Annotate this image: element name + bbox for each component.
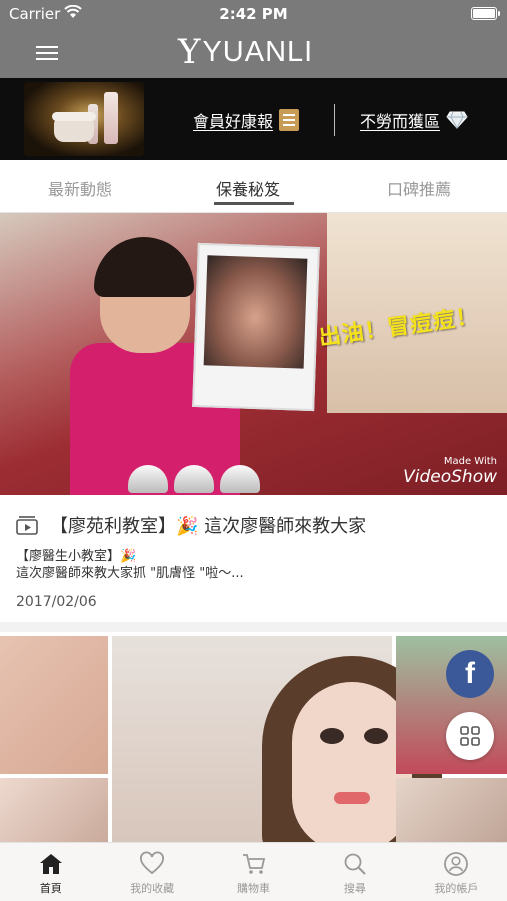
facebook-icon: f — [465, 657, 475, 690]
active-tab-indicator — [214, 202, 294, 205]
post-date: 2017/02/06 — [16, 594, 97, 610]
cart-icon — [242, 854, 265, 874]
video-icon — [16, 516, 38, 535]
facebook-button[interactable]: f — [446, 650, 494, 698]
gallery-image[interactable] — [0, 636, 108, 774]
poster-image — [192, 242, 320, 412]
post-excerpt-line1: 【廖醫生小教室】🎉 — [16, 549, 137, 564]
tabbar-account[interactable]: 我的帳戶 — [406, 843, 507, 901]
brand-logo[interactable]: Y YUANLI — [178, 32, 314, 72]
battery-icon — [471, 7, 500, 20]
tabbar-favorites-label: 我的收藏 — [130, 882, 175, 895]
tabbar-home[interactable]: 首頁 — [0, 843, 101, 901]
grid-menu-button[interactable] — [446, 712, 494, 760]
tabbar-favorites[interactable]: 我的收藏 — [101, 843, 202, 901]
post-excerpt: 【廖醫生小教室】🎉 這次廖醫師來教大家抓 "肌膚怪 "啦～... — [16, 548, 486, 582]
tabbar-cart[interactable]: 購物車 — [203, 843, 304, 901]
account-icon — [444, 852, 469, 876]
tab-skincare-tips[interactable]: 保養秘笈 — [216, 176, 280, 200]
banner-divider — [334, 104, 335, 136]
gallery-image[interactable] — [396, 778, 507, 842]
rewards-link[interactable]: 不勞而獲區 — [360, 108, 468, 132]
logo-mark-icon: Y — [178, 32, 201, 72]
tabbar-home-label: 首頁 — [39, 882, 62, 895]
post-excerpt-line2: 這次廖醫師來教大家抓 "肌膚怪 "啦～... — [16, 566, 244, 581]
menu-button[interactable] — [36, 42, 58, 62]
tabbar-account-label: 我的帳戶 — [434, 882, 479, 895]
search-icon — [344, 853, 366, 875]
home-icon — [39, 854, 62, 874]
heart-icon — [140, 851, 165, 875]
product-jars-image — [128, 465, 278, 495]
tabbar-cart-label: 購物車 — [237, 882, 271, 895]
product-image[interactable] — [24, 82, 144, 156]
bottom-tab-bar: 首頁 我的收藏 購物車 搜尋 我的帳戶 — [0, 842, 507, 901]
tab-recommendations[interactable]: 口碑推薦 — [387, 176, 451, 200]
member-news-link[interactable]: 會員好康報 — [193, 108, 300, 132]
logo-text: YUANLI — [202, 35, 314, 68]
category-tabs: 最新動態 保養秘笈 口碑推薦 — [0, 160, 507, 213]
clock: 2:42 PM — [219, 5, 288, 23]
grid-icon — [460, 726, 480, 746]
gallery-image-main[interactable] — [112, 636, 442, 842]
promo-banner: 會員好康報 不勞而獲區 — [0, 78, 507, 160]
video-thumbnail[interactable]: 出油！冒痘痘！ Made With VideoShow — [0, 213, 507, 495]
tabbar-search-label: 搜尋 — [343, 882, 366, 895]
header-bar: Y YUANLI — [0, 28, 507, 78]
newspaper-icon — [279, 109, 300, 131]
tabbar-search[interactable]: 搜尋 — [304, 843, 405, 901]
gallery-image[interactable] — [0, 778, 108, 842]
member-news-label: 會員好康報 — [193, 112, 274, 131]
photo-gallery[interactable] — [0, 636, 507, 842]
tab-latest-news[interactable]: 最新動態 — [48, 176, 112, 200]
diamond-icon — [446, 111, 468, 129]
post-title-row[interactable]: 【廖苑利教室】🎉 這次廖醫師來教大家 — [16, 512, 366, 538]
video-watermark: Made With VideoShow — [403, 456, 497, 487]
rewards-label: 不勞而獲區 — [360, 112, 441, 131]
watermark-small: Made With — [443, 456, 497, 467]
watermark-big: VideoShow — [403, 467, 497, 487]
status-bar: Carrier 2:42 PM — [0, 0, 507, 28]
post-title[interactable]: 【廖苑利教室】🎉 這次廖醫師來教大家 — [50, 512, 366, 538]
section-divider — [0, 622, 507, 632]
